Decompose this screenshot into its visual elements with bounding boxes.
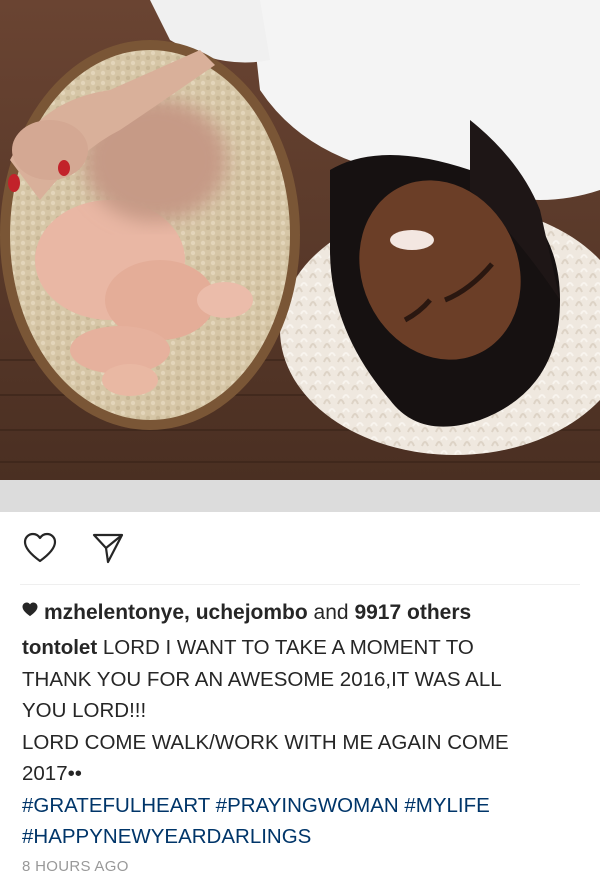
- hashtag[interactable]: #HAPPYNEWYEARDARLINGS: [22, 825, 311, 848]
- likes-others-label[interactable]: others: [407, 601, 471, 624]
- caption-line-1: tontolet LORD I WANT TO TAKE A MOMENT TO: [22, 632, 592, 664]
- hashtag[interactable]: #MYLIFE: [404, 794, 489, 817]
- heart-outline-icon: [23, 532, 57, 563]
- likes-summary[interactable]: mzhelentonye, uchejombo and 9917 others: [22, 598, 592, 628]
- likes-connector: and: [313, 601, 349, 624]
- likes-others-count[interactable]: 9917: [354, 601, 401, 624]
- divider: [20, 584, 580, 585]
- post-photo: [0, 0, 600, 480]
- like-button[interactable]: [20, 528, 60, 568]
- hashtag-line-2: #HAPPYNEWYEARDARLINGS: [22, 821, 592, 853]
- heart-filled-icon: [22, 596, 38, 626]
- caption-text-5: 2017••: [22, 762, 82, 785]
- action-bar: [0, 512, 600, 584]
- caption-text-3: YOU LORD!!!: [22, 699, 147, 722]
- caption-text-2: THANK YOU FOR AN AWESOME 2016,IT WAS ALL: [22, 667, 502, 691]
- post-timestamp[interactable]: 8 HOURS AGO: [22, 858, 129, 875]
- image-bottom-band: [0, 480, 600, 512]
- liker-names[interactable]: mzhelentonye, uchejombo: [44, 601, 308, 624]
- send-icon: [92, 533, 124, 564]
- caption-text-1: LORD I WANT TO TAKE A MOMENT TO: [102, 636, 474, 659]
- hashtag-line-1: #GRATEFULHEART #PRAYINGWOMAN #MYLIFE: [22, 790, 592, 822]
- caption-text-4: LORD COME WALK/WORK WITH ME AGAIN COME: [22, 730, 509, 754]
- post-image[interactable]: [0, 0, 600, 480]
- caption: tontolet LORD I WANT TO TAKE A MOMENT TO…: [22, 632, 592, 853]
- share-button[interactable]: [88, 528, 128, 568]
- hashtag[interactable]: #GRATEFULHEART: [22, 794, 210, 817]
- caption-username[interactable]: tontolet: [22, 636, 97, 659]
- hashtag[interactable]: #PRAYINGWOMAN: [216, 794, 399, 817]
